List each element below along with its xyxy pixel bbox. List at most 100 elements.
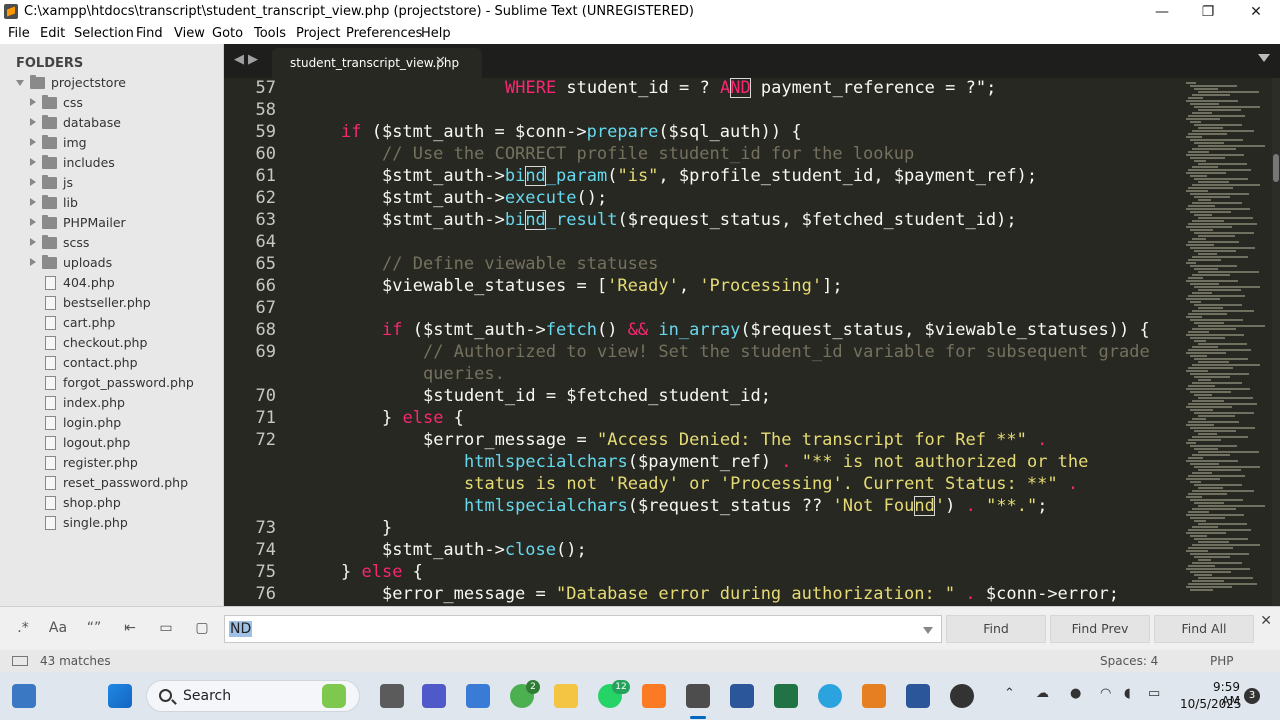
code-line[interactable]: 67 <box>224 298 1184 320</box>
chevron-right-icon[interactable] <box>30 258 36 266</box>
menu-project[interactable]: Project <box>296 26 340 41</box>
regex-toggle[interactable]: .* <box>12 617 34 639</box>
sidebar-file[interactable]: cart.php <box>0 314 224 334</box>
chevron-down-icon[interactable] <box>16 80 24 86</box>
find-close-button[interactable]: ✕ <box>1260 613 1272 629</box>
chevron-right-icon[interactable] <box>30 238 36 246</box>
in-selection-toggle[interactable]: ▭ <box>154 617 178 639</box>
code-line[interactable]: 72 $error_message = "Access Denied: The t… <box>224 430 1184 452</box>
sidebar-file[interactable]: checkout.php <box>0 334 224 354</box>
menu-preferences[interactable]: Preferences <box>346 26 422 41</box>
menu-goto[interactable]: Goto <box>212 26 243 41</box>
xampp-icon[interactable] <box>642 684 666 708</box>
syntax-setting[interactable]: PHP <box>1210 654 1234 668</box>
code-line[interactable]: htmlspecialchars($payment_ref) . "** is … <box>224 452 1184 474</box>
obs-icon[interactable] <box>950 684 974 708</box>
sidebar-file[interactable]: 404.php <box>0 274 224 294</box>
tab-student-transcript-view[interactable]: student_transcript_view.php ✕ <box>272 48 482 78</box>
vertical-scrollbar[interactable] <box>1272 78 1280 606</box>
excel-icon[interactable] <box>774 684 798 708</box>
find-history-dropdown-icon[interactable] <box>923 627 933 634</box>
sublime-icon[interactable] <box>686 684 710 708</box>
tab-list-dropdown-icon[interactable] <box>1258 54 1270 62</box>
notes-icon[interactable] <box>906 684 930 708</box>
minimap[interactable] <box>1184 78 1272 606</box>
code-line[interactable]: 74 $stmt_auth->close(); <box>224 540 1184 562</box>
code-line[interactable]: 68 if ($stmt_auth->fetch() && in_array($r… <box>224 320 1184 342</box>
chevron-right-icon[interactable] <box>30 118 36 126</box>
code-line[interactable]: 71} else { <box>224 408 1184 430</box>
sidebar-folder[interactable]: database <box>0 114 224 134</box>
code-line[interactable]: 59 if ($stmt_auth = $conn->prepare($sql_a… <box>224 122 1184 144</box>
close-window-button[interactable]: ✕ <box>1234 1 1278 23</box>
sidebar-root-folder[interactable]: projectstore <box>0 74 224 94</box>
find-input[interactable]: ND <box>224 615 942 643</box>
sidebar-folder[interactable]: scss <box>0 234 224 254</box>
sidebar-file[interactable]: reset_password.php <box>0 474 224 494</box>
word-icon[interactable] <box>730 684 754 708</box>
menu-help[interactable]: Help <box>421 26 451 41</box>
sidebar-folder[interactable]: lib <box>0 194 224 214</box>
code-line[interactable]: 60 // Use the CORRECT profile student_id … <box>224 144 1184 166</box>
code-line[interactable]: htmlspecialchars($request_status ?? 'Not… <box>224 496 1184 518</box>
cloud-icon[interactable]: ☁ <box>1036 686 1049 701</box>
code-line[interactable]: 73} <box>224 518 1184 540</box>
code-editor[interactable]: 57 WHERE student_id = ? AND payment_refer… <box>224 78 1184 606</box>
tray-chevron-icon[interactable]: ⌃ <box>1004 686 1015 701</box>
code-line[interactable]: 58 <box>224 100 1184 122</box>
sidebar-file[interactable]: logout.php <box>0 434 224 454</box>
highlight-matches-toggle[interactable]: ▢ <box>190 617 214 639</box>
code-line[interactable]: 64 <box>224 232 1184 254</box>
code-line[interactable]: 70 $student_id = $fetched_student_id; <box>224 386 1184 408</box>
sidebar-file[interactable]: bestseller.php <box>0 294 224 314</box>
sidebar-file[interactable]: contact.php <box>0 354 224 374</box>
chevron-right-icon[interactable] <box>30 198 36 206</box>
clock-date[interactable]: 10/5/2025 <box>1180 697 1242 711</box>
teams-icon[interactable] <box>422 684 446 708</box>
code-line[interactable]: status is not 'Ready' or 'Processing'. C… <box>224 474 1184 496</box>
code-line[interactable]: 62 $stmt_auth->execute(); <box>224 188 1184 210</box>
chevron-right-icon[interactable] <box>30 98 36 106</box>
sidebar-file[interactable]: shop.php <box>0 494 224 514</box>
maximize-button[interactable]: ❐ <box>1186 1 1230 23</box>
widgets-icon[interactable] <box>12 684 36 708</box>
menu-selection[interactable]: Selection <box>74 26 134 41</box>
store-icon[interactable] <box>466 684 490 708</box>
tab-nav-right-button[interactable]: ▶ <box>248 52 258 67</box>
sidebar-folder[interactable]: includes <box>0 154 224 174</box>
code-line[interactable]: 76 $error_message = "Database error durin… <box>224 584 1184 606</box>
photos-icon[interactable] <box>322 684 346 708</box>
menu-find[interactable]: Find <box>136 26 163 41</box>
minimize-button[interactable]: — <box>1140 1 1184 23</box>
tab-nav-left-button[interactable]: ◀ <box>234 52 244 67</box>
sidebar-folder[interactable]: uploads <box>0 254 224 274</box>
sidebar-file[interactable]: forgot_password.php <box>0 374 224 394</box>
menu-tools[interactable]: Tools <box>254 26 286 41</box>
tab-close-button[interactable]: ✕ <box>435 54 446 69</box>
code-line[interactable]: 61 $stmt_auth->bind_param("is", $profile_… <box>224 166 1184 188</box>
volume-icon[interactable]: ◖ <box>1124 686 1131 701</box>
sidebar-folder[interactable]: css <box>0 94 224 114</box>
code-line[interactable]: queries. <box>224 364 1184 386</box>
file-explorer-icon[interactable] <box>554 684 578 708</box>
menu-view[interactable]: View <box>174 26 205 41</box>
code-line[interactable]: 63 $stmt_auth->bind_result($request_statu… <box>224 210 1184 232</box>
find-button[interactable]: Find <box>946 615 1046 643</box>
sidebar-file[interactable]: index.php <box>0 394 224 414</box>
wifi-icon[interactable]: ◠ <box>1100 686 1111 701</box>
chevron-right-icon[interactable] <box>30 138 36 146</box>
code-line[interactable]: 65 // Define viewable statuses <box>224 254 1184 276</box>
code-line[interactable]: 66 $viewable_statuses = ['Ready', 'Proces… <box>224 276 1184 298</box>
scrollbar-thumb[interactable] <box>1273 154 1279 182</box>
indentation-setting[interactable]: Spaces: 4 <box>1100 654 1158 668</box>
panel-toggle-icon[interactable] <box>12 656 28 666</box>
task-view-icon[interactable] <box>380 684 404 708</box>
find-all-button[interactable]: Find All <box>1154 615 1254 643</box>
menu-file[interactable]: File <box>8 26 30 41</box>
whole-word-toggle[interactable]: “” <box>82 617 106 639</box>
sidebar-folder[interactable]: img <box>0 134 224 154</box>
code-line[interactable]: 57 WHERE student_id = ? AND payment_refer… <box>224 78 1184 100</box>
find-prev-button[interactable]: Find Prev <box>1050 615 1150 643</box>
battery-icon[interactable]: ▭ <box>1148 686 1160 701</box>
sidebar-file[interactable]: login.php <box>0 414 224 434</box>
